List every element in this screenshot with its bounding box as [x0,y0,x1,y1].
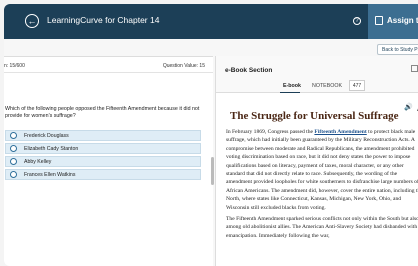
tab-notebook[interactable]: NOTEBOOK [312,83,342,89]
speaker-icon[interactable]: 🔊 [404,103,414,113]
paragraph-text: to protect black male suffrage, which ha… [226,129,418,211]
app-window: ← LearningCurve for Chapter 14 ? Assign … [4,4,418,266]
top-bar: ← LearningCurve for Chapter 14 ? Assign … [4,4,418,39]
page-number-field[interactable]: 477 [349,80,365,91]
answer-option[interactable]: Frances Ellen Watkins [5,169,201,180]
popout-icon[interactable] [411,65,418,72]
article-title: The Struggle for Universal Suffrage [230,110,399,122]
answer-option[interactable]: Elizabeth Cady Stanton [5,143,201,154]
fifteenth-amendment-link[interactable]: Fifteenth Amendment [314,129,366,135]
article-paragraph: In February 1869, Congress passed the Fi… [226,128,418,212]
progress-text: n: 15/600 [4,63,25,69]
ebook-content: The Struggle for Universal Suffrage 🔊 A … [216,93,418,266]
question-panel: n: 15/600 Question Value: 15 Which of th… [4,56,214,266]
radio-button[interactable] [10,158,17,165]
answer-option[interactable]: Abby Kelley [5,156,201,167]
help-icon[interactable]: ? [353,17,361,25]
app-title: LearningCurve for Chapter 14 [47,15,160,25]
ebook-panel: e-Book Section E-book NOTEBOOK 477 The S… [215,56,418,266]
article-paragraph: The Fifteenth Amendment sparked serious … [226,216,418,239]
back-arrow-icon[interactable]: ← [25,14,39,28]
clipboard-icon [375,16,383,25]
answer-label: Elizabeth Cady Stanton [24,145,79,152]
tab-ebook[interactable]: E-book [283,83,301,89]
radio-button[interactable] [10,171,17,178]
question-text: Which of the following people opposed th… [5,106,200,119]
panel-scrollbar[interactable] [211,157,214,185]
ebook-tabs: E-book NOTEBOOK 477 [216,79,418,94]
answer-label: Abby Kelley [24,158,52,165]
answer-option[interactable]: Frederick Douglass [5,130,201,141]
answer-label: Frances Ellen Watkins [24,171,76,178]
radio-button[interactable] [10,132,17,139]
paragraph-text: In February 1869, Congress passed the [226,129,315,135]
assign-button-label: Assign to [387,16,418,25]
answer-label: Frederick Douglass [24,132,69,139]
question-value: Question Value: 15 [162,63,205,69]
divider [4,72,213,73]
radio-button[interactable] [10,145,17,152]
ebook-section-title: e-Book Section [225,67,273,74]
back-to-study-plan-button[interactable]: Back to Study Pl [377,44,418,55]
